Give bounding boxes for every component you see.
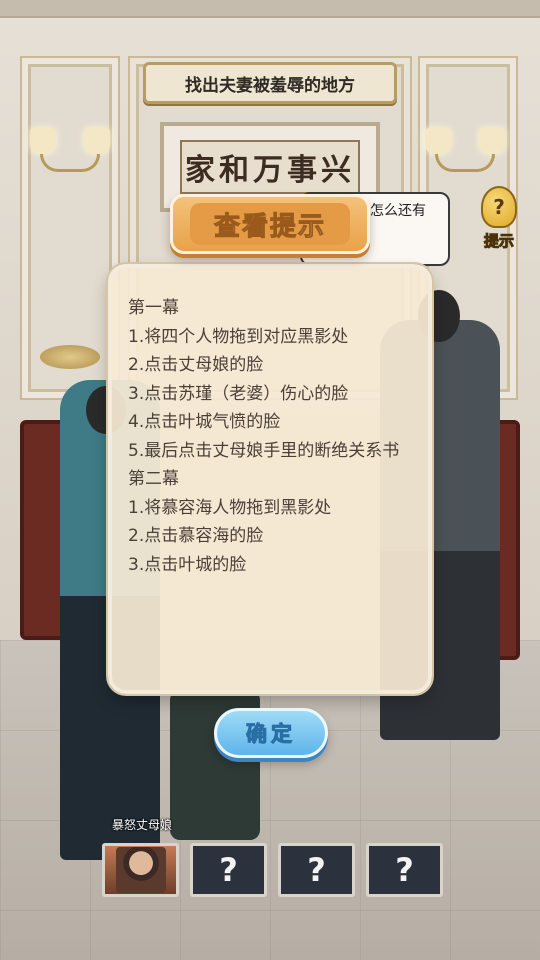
hint-dialog-header: 查看提示 bbox=[170, 194, 370, 254]
ceiling-strip bbox=[0, 0, 540, 18]
item-slot-3[interactable]: ? bbox=[278, 843, 355, 897]
hint-dialog: 第一幕 1.将四个人物拖到对应黑影处 2.点击丈母娘的脸 3.点击苏瑾（老婆）伤… bbox=[108, 264, 432, 694]
hint-step: 2.点击慕容海的脸 bbox=[128, 526, 264, 546]
hint-step: 1.将四个人物拖到对应黑影处 bbox=[128, 326, 349, 347]
hint-step: 1.将慕容海人物拖到黑影处 bbox=[128, 497, 332, 518]
hint-act-heading: 第二幕 bbox=[128, 469, 179, 489]
hint-step: 3.点击苏瑾（老婆）伤心的脸 bbox=[128, 383, 349, 404]
hint-button-label: 提示 bbox=[483, 232, 514, 251]
hint-dialog-title: 查看提示 bbox=[190, 203, 350, 245]
item-slot-4[interactable]: ? bbox=[366, 843, 443, 897]
hint-button[interactable]: ? 提示 bbox=[474, 186, 524, 256]
slot-caption: 暴怒丈母娘 bbox=[111, 818, 172, 832]
wall-sconce-left bbox=[30, 128, 110, 198]
mother-in-law-portrait bbox=[115, 847, 166, 893]
hint-step: 2.点击丈母娘的脸 bbox=[128, 355, 264, 375]
item-slot-2[interactable]: ? bbox=[190, 843, 267, 897]
hint-act-heading: 第一幕 bbox=[128, 298, 179, 318]
item-slot-1[interactable] bbox=[102, 843, 179, 897]
hint-step: 4.点击叶城气愤的脸 bbox=[128, 412, 281, 432]
plaque-text: 家和万事兴 bbox=[180, 140, 360, 194]
lightbulb-icon: ? bbox=[481, 186, 517, 228]
gold-ornament-left bbox=[40, 345, 100, 369]
confirm-button[interactable]: 确定 bbox=[214, 708, 328, 758]
hint-step: 3.点击叶城的脸 bbox=[128, 554, 247, 575]
level-title-banner: 找出夫妻被羞辱的地方 bbox=[143, 62, 397, 104]
hint-step: 5.最后点击丈母娘手里的断绝关系书 bbox=[128, 440, 400, 461]
